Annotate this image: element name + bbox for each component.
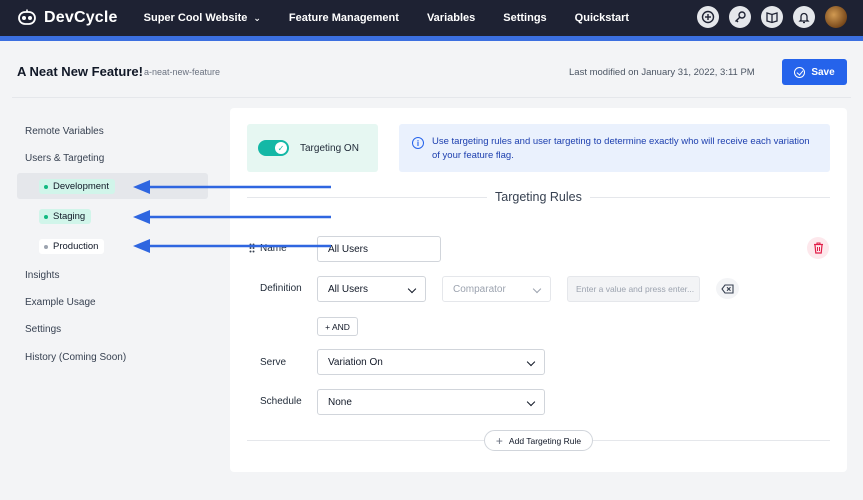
key-icon [735,11,746,23]
sidebar-item-remote-variables[interactable]: Remote Variables [25,126,104,137]
definition-select[interactable]: All Users [317,276,426,302]
clear-value-button[interactable] [716,278,739,299]
nav-feature-management[interactable]: Feature Management [289,12,399,24]
docs-button[interactable] [761,6,783,28]
env-badge-development: Development [39,179,115,194]
avatar[interactable] [825,6,847,28]
page-title: A Neat New Feature! [17,64,143,79]
plus-icon: + [495,433,503,448]
nav-quickstart[interactable]: Quickstart [575,12,629,24]
add-targeting-rule-label: Add Targeting Rule [508,435,582,446]
add-targeting-rule-button[interactable]: + Add Targeting Rule [484,430,593,451]
add-rule-divider-right [593,440,830,441]
bell-icon [798,12,810,24]
nav-variables[interactable]: Variables [427,12,475,24]
comparator-select[interactable]: Comparator [442,276,551,302]
rule-name-label: Name [260,243,287,254]
project-name: Super Cool Website [143,12,248,24]
sidebar-item-history[interactable]: History (Coming Soon) [25,352,126,363]
save-label: Save [811,66,835,78]
logo[interactable]: DevCycle [16,9,118,27]
top-nav: DevCycle Super Cool Website ⌄ Feature Ma… [0,0,863,36]
sidebar-env-production[interactable]: Production [17,233,208,259]
targeting-info-text: Use targeting rules and user targeting t… [432,136,810,161]
schedule-label: Schedule [260,396,302,407]
plus-circle-icon [701,10,715,24]
save-button[interactable]: Save [782,59,847,85]
delete-rule-button[interactable] [807,237,829,259]
check-circle-icon [794,66,806,78]
serve-value: Variation On [328,356,383,368]
sidebar-env-development[interactable]: Development [17,173,208,199]
comparator-placeholder: Comparator [453,283,506,295]
serve-label: Serve [260,357,287,368]
info-icon: i [412,137,424,149]
feature-key: a-neat-new-feature [144,67,221,77]
add-and-condition-button[interactable]: + AND [317,317,358,336]
add-rule-divider-left [247,440,484,441]
api-keys-button[interactable] [729,6,751,28]
notifications-button[interactable] [793,6,815,28]
targeting-toggle[interactable]: ✓ [258,140,289,156]
header-divider [12,97,851,98]
targeting-info-box: i Use targeting rules and user targeting… [399,124,830,172]
chevron-down-icon [532,284,542,294]
project-selector[interactable]: Super Cool Website ⌄ [144,12,261,24]
backspace-icon [721,283,734,294]
book-icon [766,12,778,24]
sidebar-item-insights[interactable]: Insights [25,270,59,281]
create-button[interactable] [697,6,719,28]
brand-name: DevCycle [44,9,118,26]
devcycle-logo-icon [18,9,36,25]
trash-icon [813,242,823,254]
sidebar-env-staging[interactable]: Staging [17,203,208,229]
env-badge-production: Production [39,239,105,254]
serve-select[interactable]: Variation On [317,349,545,375]
rules-divider-right [590,197,830,198]
chevron-down-icon [526,357,536,367]
chevron-down-icon [526,397,536,407]
definition-value-input[interactable]: Enter a value and press enter... [567,276,700,302]
check-icon: ✓ [275,142,287,154]
nav-settings[interactable]: Settings [503,12,546,24]
rule-name-input[interactable]: All Users [317,236,441,262]
schedule-value: None [328,396,352,408]
nav-accent-bar [0,36,863,41]
env-badge-staging: Staging [39,209,92,224]
sidebar-item-users-targeting[interactable]: Users & Targeting [25,153,104,164]
targeting-rules-title: Targeting Rules [495,190,582,204]
sidebar-item-example-usage[interactable]: Example Usage [25,297,96,308]
chevron-down-icon: ⌄ [253,12,261,23]
definition-value: All Users [328,283,369,295]
drag-handle-icon[interactable] [249,243,255,253]
last-modified: Last modified on January 31, 2022, 3:11 … [569,67,755,78]
chevron-down-icon [407,284,417,294]
schedule-select[interactable]: None [317,389,545,415]
sidebar-item-settings[interactable]: Settings [25,324,61,335]
rules-divider-left [247,197,487,198]
targeting-status-label: Targeting ON [300,142,359,154]
definition-label: Definition [260,283,302,294]
targeting-toggle-box: ✓ Targeting ON [247,124,378,172]
